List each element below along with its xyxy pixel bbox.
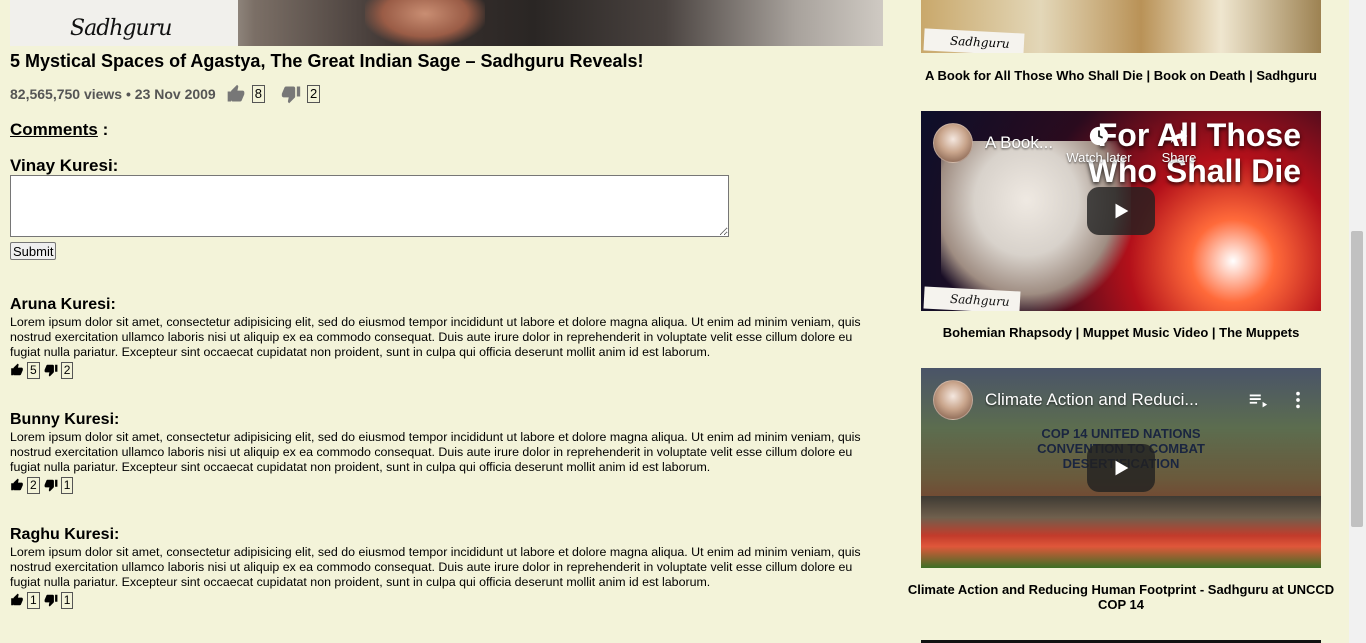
- conference-stage: [921, 496, 1321, 568]
- current-user-label: Vinay Kuresi:: [10, 156, 119, 175]
- share-button[interactable]: Share: [1157, 125, 1201, 165]
- player-title[interactable]: A Book...: [985, 133, 1053, 153]
- like-button[interactable]: [226, 84, 246, 104]
- video-meta: 82,565,750 views • 23 Nov 2009 8 2: [10, 83, 321, 105]
- comment-author: Bunny Kuresi:: [10, 411, 120, 428]
- playlist-icon: [1249, 394, 1268, 408]
- comment-item: Raghu Kuresi: Lorem ipsum dolor sit amet…: [10, 526, 870, 609]
- comment-dislike-button[interactable]: [44, 363, 58, 377]
- submit-button[interactable]: Submit: [10, 242, 57, 260]
- comment-like-count: 2: [27, 476, 40, 494]
- thumbs-down-icon: [44, 479, 58, 492]
- playlist-button[interactable]: [1247, 389, 1269, 411]
- comment-like-button[interactable]: [10, 363, 24, 377]
- comment-author: Raghu Kuresi:: [10, 526, 120, 543]
- comment-text: Lorem ipsum dolor sit amet, consectetur …: [10, 315, 861, 359]
- player-title[interactable]: Climate Action and Reduci...: [985, 390, 1199, 410]
- share-icon: [1170, 129, 1188, 144]
- watch-later-button[interactable]: Watch later: [1061, 125, 1137, 165]
- comment-votes: 1 1: [10, 591, 870, 609]
- views-date: 82,565,750 views • 23 Nov 2009: [10, 86, 216, 102]
- thumbs-down-icon: [44, 364, 58, 377]
- comment-text: Lorem ipsum dolor sit amet, consectetur …: [10, 430, 861, 474]
- comment-dislike-count: 1: [60, 476, 74, 494]
- play-button[interactable]: [1087, 444, 1155, 492]
- signature-text: Sadhguru: [70, 16, 172, 41]
- comment-dislike-count: 2: [60, 361, 74, 379]
- comment-author: Aruna Kuresi:: [10, 296, 116, 313]
- video-frame-hand: [365, 0, 485, 46]
- comment-dislike-count: 1: [60, 591, 74, 609]
- comment-input[interactable]: [10, 175, 729, 237]
- like-count: 8: [251, 85, 265, 103]
- avatar[interactable]: [933, 380, 973, 420]
- thumbs-up-icon: [11, 363, 23, 376]
- comments-heading-colon: :: [97, 120, 109, 139]
- comment-item: Aruna Kuresi: Lorem ipsum dolor sit amet…: [10, 296, 870, 379]
- comment-dislike-button[interactable]: [44, 593, 58, 607]
- thumbs-up-icon: [11, 593, 23, 606]
- play-icon: [1115, 203, 1129, 219]
- sidebar-video-player[interactable]: For All Those Who Shall Die A Book... Wa…: [921, 111, 1321, 311]
- video-player-bottom[interactable]: Sadhguru: [10, 0, 883, 46]
- comments-heading: Comments :: [10, 120, 108, 140]
- comment-like-count: 1: [27, 591, 40, 609]
- share-label: Share: [1161, 150, 1197, 165]
- comment-text: Lorem ipsum dolor sit amet, consectetur …: [10, 545, 861, 589]
- video-title: 5 Mystical Spaces of Agastya, The Great …: [10, 51, 644, 71]
- thumbs-up-icon: [227, 84, 245, 102]
- comment-votes: 5 2: [10, 361, 870, 379]
- thumbs-up-icon: [11, 478, 23, 491]
- signature-panel: Sadhguru: [10, 0, 238, 46]
- scrollbar-thumb[interactable]: [1351, 231, 1363, 527]
- avatar[interactable]: [933, 123, 973, 163]
- watch-later-label: Watch later: [1066, 150, 1132, 165]
- signature-card: Sadhguru: [923, 28, 1025, 53]
- play-icon: [1115, 460, 1129, 476]
- player-header: Climate Action and Reduci...: [933, 380, 1309, 420]
- more-vert-icon: [1296, 391, 1300, 409]
- thumbs-down-icon: [44, 594, 58, 607]
- dislike-button[interactable]: [281, 84, 301, 104]
- page-scrollbar[interactable]: [1349, 0, 1366, 643]
- comment-like-button[interactable]: [10, 478, 24, 492]
- signature-card: Sadhguru: [923, 286, 1021, 311]
- sidebar-video-player[interactable]: COP 14 UNITED NATIONS CONVENTION TO COMB…: [921, 368, 1321, 568]
- comment-item: Bunny Kuresi: Lorem ipsum dolor sit amet…: [10, 411, 870, 494]
- comments-heading-label: Comments: [10, 120, 98, 139]
- thumbs-down-icon: [281, 86, 301, 104]
- play-button[interactable]: [1087, 187, 1155, 235]
- more-options-button[interactable]: [1287, 389, 1309, 411]
- sidebar-video-title[interactable]: Bohemian Rhapsody | Muppet Music Video |…: [898, 325, 1344, 340]
- clock-icon: [1089, 126, 1109, 146]
- comment-dislike-button[interactable]: [44, 478, 58, 492]
- comment-votes: 2 1: [10, 476, 870, 494]
- comment-like-button[interactable]: [10, 593, 24, 607]
- sidebar-video-title[interactable]: Climate Action and Reducing Human Footpr…: [898, 582, 1344, 612]
- sidebar-video-title[interactable]: A Book for All Those Who Shall Die | Boo…: [898, 68, 1344, 83]
- sidebar-video-thumbnail[interactable]: Sadhguru: [921, 0, 1321, 53]
- comment-like-count: 5: [27, 361, 40, 379]
- dislike-count: 2: [306, 85, 321, 103]
